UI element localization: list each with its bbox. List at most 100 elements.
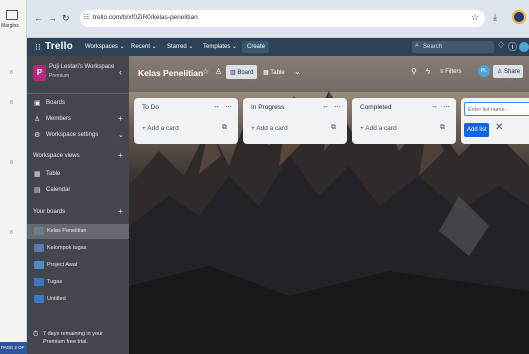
sidebar-item-label: Members — [46, 116, 72, 122]
trello-logo[interactable]: Trello — [45, 41, 73, 52]
ruler-mark: 8 — [10, 160, 13, 166]
app-switcher-icon[interactable]: ⁝⁝ — [35, 42, 41, 53]
list-menu-icon[interactable]: ⋯ — [225, 103, 232, 111]
page-indicator: PAGE 2 OF — [0, 342, 27, 354]
table-icon: ▦ — [34, 171, 41, 178]
menu-templates[interactable]: Templates ⌄ — [203, 43, 237, 50]
search-placeholder: Search — [423, 44, 443, 50]
board-item-tugas[interactable]: Tugas — [27, 275, 129, 290]
ruler-mark: 8 — [10, 70, 13, 76]
add-board-icon[interactable]: + — [118, 207, 123, 216]
sidebar-item-label: Calendar — [46, 187, 71, 193]
menu-starred[interactable]: Starred ⌄ — [167, 43, 193, 50]
workspace-views-heading: Workspace views + — [33, 151, 123, 160]
sidebar-item-boards[interactable]: ▣ Boards — [27, 97, 129, 111]
workspace-header[interactable]: P Puji Lestari's Workspace Premium ‹ — [33, 63, 123, 87]
visibility-icon[interactable]: ♙ — [215, 67, 222, 76]
board-item-label: Kelas Penelitian — [47, 228, 87, 234]
download-icon[interactable]: ⤓ — [493, 12, 497, 23]
workspace-name: Puji Lestari's Workspace — [49, 64, 115, 70]
document-margin-gutter: Margins 8 8 8 8 PAGE 2 OF — [0, 0, 27, 354]
board-item-kelas-penelitian[interactable]: Kelas Penelitian — [27, 224, 129, 239]
card-template-icon[interactable]: ⧉ — [440, 124, 445, 132]
sidebar-item-calendar[interactable]: ▤ Calendar — [27, 184, 129, 198]
trial-line-2: Premium free trial. — [43, 339, 88, 345]
trello-header: ⁝⁝ Trello Workspaces ⌄ Recent ⌄ Starred … — [27, 38, 529, 56]
search-input[interactable]: ⌕ Search — [412, 41, 494, 53]
card-template-icon[interactable]: ⧉ — [331, 124, 336, 132]
add-card-button[interactable]: + Add a card — [360, 125, 397, 132]
share-label: Share — [504, 69, 521, 75]
add-list-button[interactable]: Add list — [464, 123, 489, 137]
share-button[interactable]: ♙ Share — [493, 65, 523, 78]
list-title[interactable]: In Progress — [251, 104, 284, 111]
sidebar-item-settings[interactable]: ⚙ Workspace settings ⌄ — [27, 129, 129, 143]
chevron-down-icon[interactable]: ⌄ — [294, 67, 301, 76]
margins-label: Margins — [1, 23, 19, 29]
sidebar-item-members[interactable]: ♙ Members + — [27, 113, 129, 127]
board-thumbnail — [34, 261, 44, 269]
calendar-icon: ▤ — [34, 187, 41, 194]
workspace-avatar: P — [33, 65, 46, 81]
menu-recent[interactable]: Recent ⌄ — [131, 43, 157, 50]
list-menu-icon[interactable]: ⋯ — [443, 103, 450, 111]
browser-profile-avatar[interactable] — [512, 10, 526, 24]
automation-icon[interactable]: ϟ — [426, 67, 430, 76]
help-icon[interactable]: ⓘ — [508, 40, 517, 53]
workspace-sidebar: P Puji Lestari's Workspace Premium ‹ ▣ B… — [27, 56, 129, 354]
member-avatar[interactable]: PL — [478, 65, 490, 77]
forward-icon[interactable]: → — [48, 13, 57, 23]
sidebar-item-table[interactable]: ▦ Table — [27, 168, 129, 182]
list-in-progress: In Progress ↔ ⋯ + Add a card ⧉ — [243, 98, 347, 144]
board-title[interactable]: Kelas Penelitian — [138, 68, 203, 78]
tab-board[interactable]: ▥ Board — [226, 65, 258, 79]
address-bar[interactable]: ☷ trello.com/b/xf0ZiR0/kelas-penelitian — [80, 10, 485, 27]
list-menu-icon[interactable]: ⋯ — [334, 103, 341, 111]
board-icon: ▣ — [34, 100, 41, 107]
margins-icon[interactable] — [6, 10, 18, 20]
board-item-project-awal[interactable]: Project Awal — [27, 258, 129, 273]
site-info-icon[interactable]: ☷ — [83, 13, 89, 21]
reload-icon[interactable]: ↻ — [62, 13, 70, 24]
search-icon: ⌕ — [415, 42, 419, 49]
collapse-sidebar-icon[interactable]: ‹ — [119, 67, 122, 77]
divider — [27, 93, 129, 94]
members-icon: ♙ — [34, 116, 41, 123]
board-item-kelompok-tugas[interactable]: Kelompok tugas — [27, 241, 129, 256]
star-icon[interactable]: ☆ — [202, 67, 209, 76]
board-item-label: Kelompok tugas — [47, 245, 87, 251]
star-icon[interactable]: ☆ — [471, 12, 479, 23]
board-item-label: Tugas — [47, 279, 63, 285]
board-header: Kelas Penelitian ☆ ♙ ▥ Board ▦ Table ⌄ ⚲… — [129, 56, 529, 92]
collapse-list-icon[interactable]: ↔ — [322, 103, 329, 110]
add-card-button[interactable]: + Add a card — [251, 125, 288, 132]
back-icon[interactable]: ← — [34, 13, 43, 23]
add-view-icon[interactable]: + — [118, 151, 123, 160]
account-avatar[interactable] — [519, 42, 529, 52]
your-boards-heading: Your boards + — [33, 207, 123, 216]
url-text: trello.com/b/xf0ZiR0/kelas-penelitian — [93, 14, 198, 21]
gear-icon: ⚙ — [34, 132, 41, 139]
clock-icon: ⏱ — [33, 331, 39, 338]
chevron-down-icon[interactable]: ⌄ — [118, 131, 124, 139]
menu-workspaces[interactable]: Workspaces ⌄ — [85, 43, 125, 50]
add-card-button[interactable]: + Add a card — [142, 125, 179, 132]
card-template-icon[interactable]: ⧉ — [222, 124, 227, 132]
tab-table[interactable]: ▦ Table — [259, 65, 289, 79]
close-icon[interactable]: ✕ — [495, 122, 503, 133]
filters-button[interactable]: ≡ Filters — [440, 69, 462, 75]
list-name-input[interactable]: Enter list name… — [464, 102, 529, 116]
list-title[interactable]: Completed — [360, 104, 391, 111]
new-list-composer: Enter list name… Add list ✕ — [461, 98, 529, 144]
collapse-list-icon[interactable]: ↔ — [213, 103, 220, 110]
notification-icon[interactable]: ♢ — [497, 40, 505, 51]
share-icon: ♙ — [497, 69, 505, 75]
power-ups-icon[interactable]: ⚲ — [411, 67, 417, 76]
sidebar-item-label: Boards — [46, 100, 66, 106]
board-item-untitled[interactable]: Untitled — [27, 292, 129, 307]
collapse-list-icon[interactable]: ↔ — [431, 103, 438, 110]
add-member-icon[interactable]: + — [118, 114, 123, 123]
create-button[interactable]: Create — [242, 41, 269, 53]
list-title[interactable]: To Do — [142, 104, 159, 111]
browser-toolbar: ← → ↻ ☷ trello.com/b/xf0ZiR0/kelas-penel… — [27, 0, 529, 38]
